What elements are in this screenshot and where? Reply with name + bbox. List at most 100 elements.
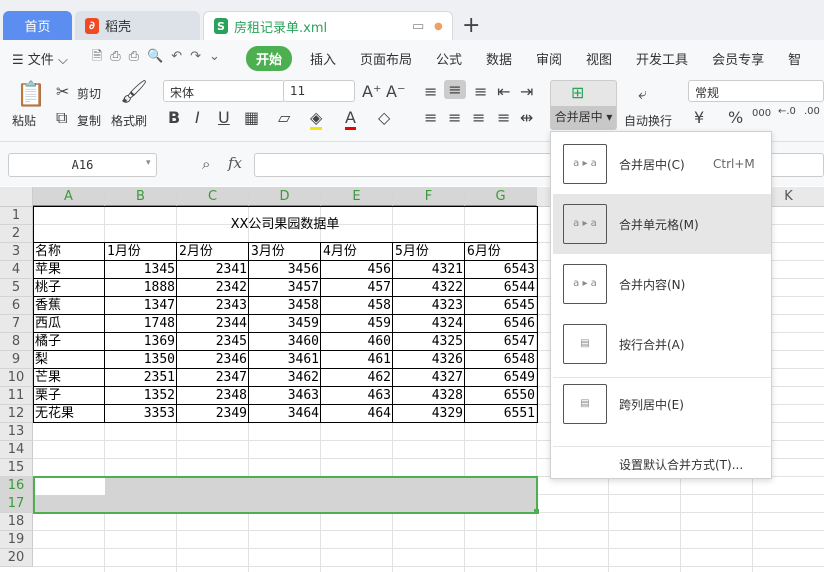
data-cell[interactable]: 6548: [465, 351, 537, 369]
new-tab-button[interactable]: +: [462, 11, 480, 40]
merge-center-label[interactable]: 合并居中 ▾: [551, 106, 616, 129]
outdent-icon[interactable]: ⇤: [497, 82, 510, 101]
font-color-icon[interactable]: A: [345, 108, 356, 130]
row-header-19[interactable]: 19: [0, 531, 33, 549]
data-cell[interactable]: 2345: [177, 333, 249, 351]
menu-member[interactable]: 会员专享: [700, 49, 776, 68]
data-cell[interactable]: 3457: [249, 279, 321, 297]
merge-option-4[interactable]: ▤ 按行合并(A): [553, 314, 771, 374]
row-header-11[interactable]: 11: [0, 387, 33, 405]
row-header-1[interactable]: 1: [0, 207, 33, 225]
header-cell[interactable]: 2月份: [177, 243, 249, 261]
tab-document[interactable]: S 房租记录单.xml ▭ ●: [203, 11, 453, 40]
row-header-12[interactable]: 12: [0, 405, 33, 423]
clear-icon[interactable]: ◇: [378, 108, 390, 127]
data-cell[interactable]: 3463: [249, 387, 321, 405]
data-cell[interactable]: 香蕉: [33, 297, 105, 315]
thousands-icon[interactable]: 000: [752, 108, 771, 119]
italic-icon[interactable]: I: [195, 108, 200, 127]
row-header-9[interactable]: 9: [0, 351, 33, 369]
data-cell[interactable]: 2341: [177, 261, 249, 279]
data-cell[interactable]: 西瓜: [33, 315, 105, 333]
data-cell[interactable]: 1369: [105, 333, 177, 351]
file-menu[interactable]: ☰ 文件 ⌵: [0, 49, 80, 68]
row-header-20[interactable]: 20: [0, 549, 33, 567]
data-cell[interactable]: 4322: [393, 279, 465, 297]
row-header-7[interactable]: 7: [0, 315, 33, 333]
menu-developer[interactable]: 开发工具: [624, 49, 700, 68]
column-header-C[interactable]: C: [177, 187, 249, 207]
fill-color-icon[interactable]: ◈: [310, 108, 323, 130]
header-cell[interactable]: 5月份: [393, 243, 465, 261]
data-cell[interactable]: 2346: [177, 351, 249, 369]
data-cell[interactable]: 1352: [105, 387, 177, 405]
data-cell[interactable]: 2351: [105, 369, 177, 387]
grow-font-icon[interactable]: A⁺: [362, 82, 381, 101]
monitor-icon[interactable]: ▭: [412, 19, 424, 34]
chevron-down-icon[interactable]: ▾: [146, 158, 151, 168]
indent-icon[interactable]: ⇥: [520, 82, 533, 101]
data-cell[interactable]: 6546: [465, 315, 537, 333]
row-header-17[interactable]: 17: [0, 495, 33, 513]
row-header-13[interactable]: 13: [0, 423, 33, 441]
row-header-3[interactable]: 3: [0, 243, 33, 261]
menu-review[interactable]: 审阅: [524, 49, 574, 68]
copy-button[interactable]: 复制: [77, 112, 101, 129]
data-cell[interactable]: 4326: [393, 351, 465, 369]
align-center-icon[interactable]: ≡: [448, 108, 461, 127]
menu-view[interactable]: 视图: [574, 49, 624, 68]
merge-center-button[interactable]: ⊞ 合并居中 ▾: [550, 80, 617, 130]
data-cell[interactable]: 6544: [465, 279, 537, 297]
row-header-5[interactable]: 5: [0, 279, 33, 297]
fx-icon[interactable]: fx: [228, 154, 242, 172]
data-cell[interactable]: 2344: [177, 315, 249, 333]
merge-option-3[interactable]: a ▸ a 合并内容(N): [553, 254, 771, 314]
percent-icon[interactable]: %: [728, 108, 743, 127]
header-cell[interactable]: 6月份: [465, 243, 537, 261]
data-cell[interactable]: 4329: [393, 405, 465, 423]
data-cell[interactable]: 462: [321, 369, 393, 387]
data-cell[interactable]: 463: [321, 387, 393, 405]
decrease-decimal-icon[interactable]: .00: [804, 106, 820, 117]
data-cell[interactable]: 4323: [393, 297, 465, 315]
column-header-F[interactable]: F: [393, 187, 465, 207]
align-middle-icon[interactable]: ≡: [444, 80, 466, 99]
data-cell[interactable]: 苹果: [33, 261, 105, 279]
row-header-6[interactable]: 6: [0, 297, 33, 315]
cell-style-icon[interactable]: ▱: [278, 108, 290, 127]
row-header-16[interactable]: 16: [0, 477, 33, 495]
data-cell[interactable]: 6549: [465, 369, 537, 387]
number-format-select[interactable]: 常规: [688, 80, 824, 102]
data-cell[interactable]: 4327: [393, 369, 465, 387]
zoom-icon[interactable]: ⌕: [202, 155, 210, 173]
align-left-icon[interactable]: ≡: [424, 108, 437, 127]
data-cell[interactable]: 栗子: [33, 387, 105, 405]
increase-decimal-icon[interactable]: ←.0: [778, 106, 796, 117]
shrink-font-icon[interactable]: A⁻: [386, 82, 405, 101]
data-cell[interactable]: 2343: [177, 297, 249, 315]
data-cell[interactable]: 1888: [105, 279, 177, 297]
select-all-corner[interactable]: [0, 187, 33, 207]
data-cell[interactable]: 3353: [105, 405, 177, 423]
paste-icon[interactable]: 📋: [16, 80, 46, 108]
data-cell[interactable]: 6547: [465, 333, 537, 351]
data-cell[interactable]: 3464: [249, 405, 321, 423]
data-cell[interactable]: 4321: [393, 261, 465, 279]
data-cell[interactable]: 459: [321, 315, 393, 333]
data-cell[interactable]: 橘子: [33, 333, 105, 351]
data-cell[interactable]: 1748: [105, 315, 177, 333]
data-cell[interactable]: 6551: [465, 405, 537, 423]
header-cell[interactable]: 1月份: [105, 243, 177, 261]
data-cell[interactable]: 456: [321, 261, 393, 279]
row-header-14[interactable]: 14: [0, 441, 33, 459]
wrap-icon[interactable]: ⤶: [638, 84, 647, 104]
tab-home[interactable]: 首页: [3, 11, 72, 40]
row-header-8[interactable]: 8: [0, 333, 33, 351]
data-cell[interactable]: 2347: [177, 369, 249, 387]
copy-icon[interactable]: ⧉: [56, 108, 67, 128]
data-cell[interactable]: 458: [321, 297, 393, 315]
tab-daoke[interactable]: ∂ 稻壳: [75, 11, 200, 40]
data-cell[interactable]: 6543: [465, 261, 537, 279]
data-cell[interactable]: 梨: [33, 351, 105, 369]
data-cell[interactable]: 桃子: [33, 279, 105, 297]
